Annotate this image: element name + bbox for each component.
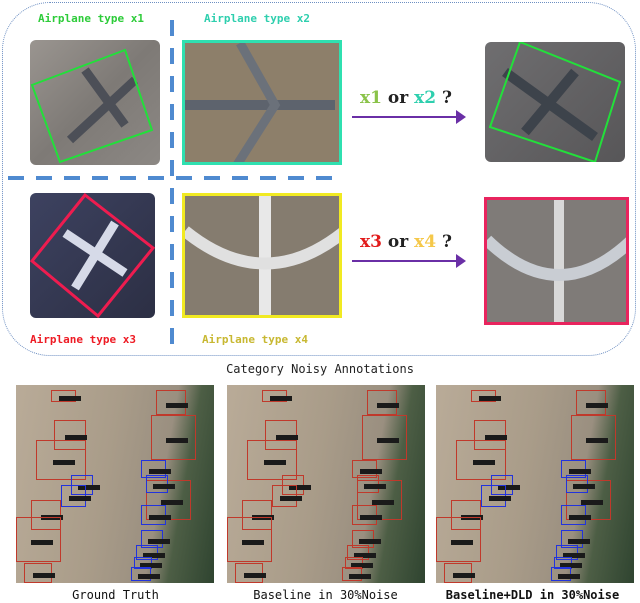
detection-label-tag <box>270 396 293 401</box>
question-arrow-2: x3 or x4 ? <box>352 232 472 272</box>
ground-truth-image <box>16 385 214 583</box>
airplane-x1-image <box>30 40 160 165</box>
question-arrow-1: x1 or x2 ? <box>352 88 472 128</box>
section-title: Category Noisy Annotations <box>226 362 414 376</box>
detection-label-tag <box>52 460 75 465</box>
detection-label-tag <box>263 460 286 465</box>
arrow-line <box>352 116 462 118</box>
detection-label-tag <box>148 539 171 544</box>
detection-label-tag <box>360 469 383 474</box>
airplane-x3-image <box>30 193 155 318</box>
baseline-caption: Baseline in 30%Noise <box>253 588 398 602</box>
detection-label-tag <box>586 437 608 443</box>
airplane-x2-image <box>182 40 342 165</box>
horizontal-divider <box>8 176 338 180</box>
detection-label-tag <box>359 539 382 544</box>
detection-label-tag <box>149 515 172 520</box>
detection-label-tag <box>244 573 267 578</box>
or-text: or <box>387 232 409 252</box>
option-x3: x3 <box>360 232 382 252</box>
baseline-dld-caption: Baseline+DLD in 30%Noise <box>445 588 620 602</box>
detection-label-tag <box>364 484 387 489</box>
detection-label-tag <box>586 402 608 408</box>
or-text: or <box>387 88 409 108</box>
option-x4: x4 <box>414 232 437 252</box>
detection-label-tag <box>348 574 371 579</box>
detection-label-tag <box>557 574 580 579</box>
detection-label-tag <box>489 496 512 501</box>
question-mark: ? <box>442 88 452 108</box>
detection-label-tag <box>573 484 596 489</box>
type-x2-label: Airplane type x2 <box>204 12 310 25</box>
query-airplane-1-image <box>485 42 625 162</box>
option-x1: x1 <box>360 88 382 108</box>
query-airplane-2-image <box>484 197 629 325</box>
arrow-head-icon <box>456 110 466 124</box>
detection-label-tag <box>31 539 53 545</box>
detection-label-tag <box>453 573 476 578</box>
type-x3-label: Airplane type x3 <box>30 333 136 346</box>
type-x1-label: Airplane type x1 <box>38 12 144 25</box>
ground-truth-caption: Ground Truth <box>72 588 159 602</box>
detection-label-tag <box>569 515 592 520</box>
baseline-dld-image <box>436 385 634 583</box>
detection-label-tag <box>280 496 303 501</box>
detection-label-tag <box>568 539 591 544</box>
vertical-divider <box>170 20 174 350</box>
detection-label-tag <box>377 402 399 408</box>
detection-label-tag <box>153 484 176 489</box>
detection-label-tag <box>360 515 383 520</box>
option-x2: x2 <box>414 88 437 108</box>
detection-label-tag <box>472 460 495 465</box>
detection-label-tag <box>479 396 502 401</box>
detection-label-tag <box>377 437 399 443</box>
detection-label-tag <box>149 469 172 474</box>
arrow-head-icon <box>456 254 466 268</box>
detection-label-tag <box>137 574 160 579</box>
detection-label-tag <box>569 469 592 474</box>
detection-label-tag <box>69 496 92 501</box>
type-x4-label: Airplane type x4 <box>202 333 308 346</box>
airplane-x4-image <box>182 193 342 318</box>
detection-label-tag <box>451 539 473 545</box>
detection-label-tag <box>166 437 188 443</box>
detection-label-tag <box>242 539 264 545</box>
arrow-line <box>352 260 462 262</box>
detection-label-tag <box>33 573 56 578</box>
detection-label-tag <box>59 396 82 401</box>
baseline-image <box>227 385 425 583</box>
question-mark: ? <box>442 232 452 252</box>
detection-label-tag <box>166 402 188 408</box>
